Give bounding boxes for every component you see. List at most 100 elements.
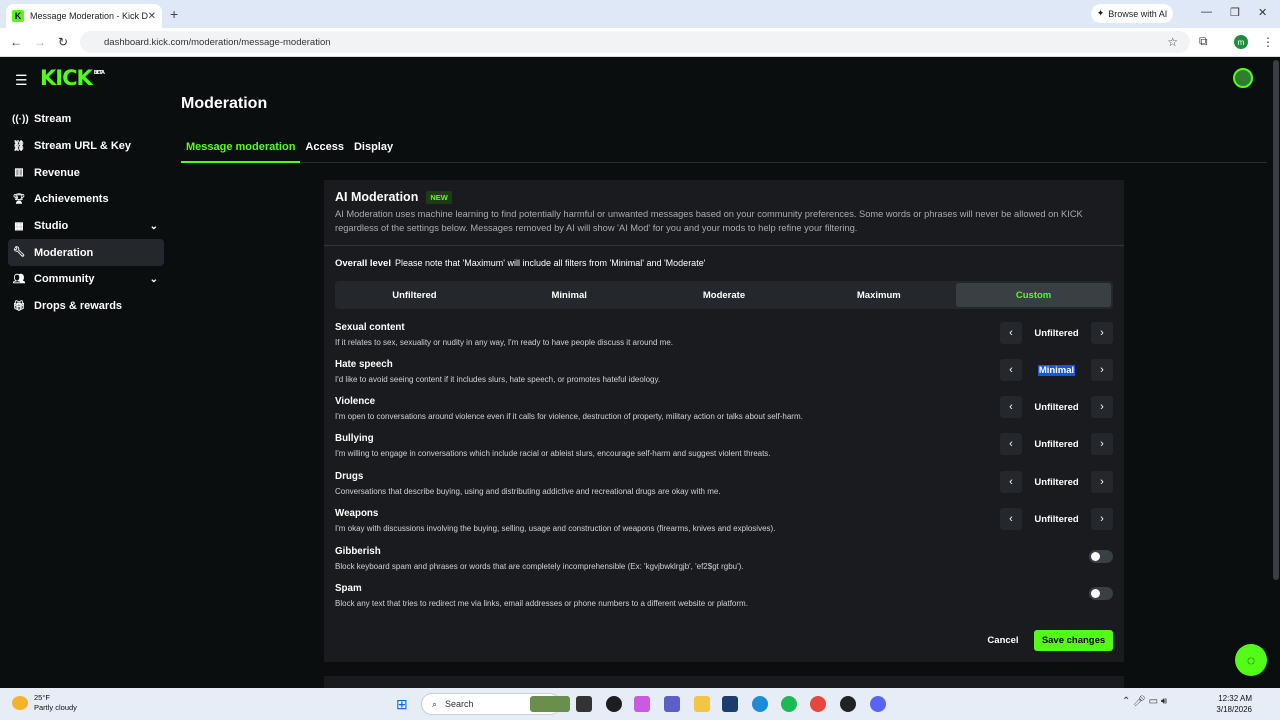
spotify-icon[interactable]	[781, 696, 797, 712]
stepper-value-text: Unfiltered	[1034, 438, 1079, 450]
overall-level-label: Overall level	[335, 258, 391, 269]
weather-widget[interactable]: 25°F Partly cloudy	[12, 693, 77, 713]
minimize-icon[interactable]: —	[1201, 6, 1212, 18]
restore-icon[interactable]: ❐	[1230, 6, 1240, 19]
card-description: AI Moderation uses machine learning to f…	[335, 209, 1083, 233]
cancel-button[interactable]: Cancel	[981, 630, 1025, 651]
stepper-value: Unfiltered	[1022, 477, 1091, 488]
kick-logo-text: KICK	[40, 66, 93, 90]
close-window-icon[interactable]: ✕	[1258, 6, 1267, 19]
hamburger-menu-icon[interactable]: ☰	[15, 72, 28, 89]
chevron-right-icon[interactable]: ›	[1091, 322, 1113, 344]
chevron-left-icon[interactable]: ‹	[1000, 471, 1022, 493]
chevron-left-icon[interactable]: ‹	[1000, 359, 1022, 381]
chevron-right-icon[interactable]: ›	[1091, 433, 1113, 455]
help-chat-icon[interactable]: ◌	[1235, 644, 1267, 676]
kick-favicon-icon: K	[12, 10, 24, 22]
chevron-down-icon[interactable]: ⌄	[150, 221, 158, 232]
tab-search-icon[interactable]: ⧉	[1199, 34, 1208, 49]
level-maximum-button[interactable]: Maximum	[801, 283, 956, 307]
copilot-icon[interactable]	[606, 696, 622, 712]
sidebar-item-studio[interactable]: ▦ Studio ⌄	[8, 213, 164, 240]
tab-display[interactable]: Display	[349, 137, 398, 163]
file-explorer-icon[interactable]	[694, 696, 710, 712]
category-row-bullying: Bullying I'm willing to engage in conver…	[335, 433, 1113, 465]
address-bar[interactable]: dashboard.kick.com/moderation/message-mo…	[80, 31, 1190, 53]
spam-toggle[interactable]	[1089, 587, 1113, 600]
stepper-value-text: Unfiltered	[1034, 401, 1079, 413]
level-stepper: ‹ Minimal ›	[1000, 359, 1113, 381]
category-title: Hate speech	[335, 359, 393, 370]
new-badge: NEW	[426, 190, 452, 204]
chrome-icon[interactable]	[810, 696, 826, 712]
back-icon[interactable]: ←	[10, 35, 22, 49]
wrench-icon: 🔧︎	[12, 247, 26, 259]
widgets-icon[interactable]	[530, 696, 570, 712]
system-tray-icons[interactable]: ⌃ 🎤︎ ▭ 🔊︎	[1122, 696, 1167, 707]
close-tab-icon[interactable]: ✕	[148, 11, 156, 22]
weather-temp: 25°F	[34, 693, 50, 702]
category-desc: I'm open to conversations around violenc…	[335, 412, 803, 421]
chevron-down-icon[interactable]: ⌄	[150, 274, 158, 285]
sidebar-item-drops-rewards[interactable]: 🎁︎ Drops & rewards	[8, 293, 164, 320]
clock[interactable]: 12:32 AM 3/18/2026	[1212, 693, 1252, 715]
sidebar-item-stream[interactable]: ((·)) Stream	[8, 106, 164, 133]
category-row-violence: Violence I'm open to conversations aroun…	[335, 396, 1113, 428]
save-changes-button[interactable]: Save changes	[1034, 630, 1113, 651]
trophy-icon: 🏆︎	[12, 193, 26, 205]
store-icon[interactable]	[722, 696, 738, 712]
edge-icon[interactable]	[752, 696, 768, 712]
app-icon[interactable]	[840, 696, 856, 712]
new-tab-icon[interactable]: +	[170, 6, 178, 22]
sidebar-item-achievements[interactable]: 🏆︎ Achievements	[8, 186, 164, 213]
user-avatar[interactable]	[1233, 68, 1253, 88]
sidebar-item-moderation[interactable]: 🔧︎ Moderation	[8, 239, 164, 267]
level-custom-button[interactable]: Custom	[956, 283, 1111, 307]
copilot-app-icon[interactable]	[634, 696, 650, 712]
browser-tabstrip: K Message Moderation - Kick Da ✕ + ✦ Brow…	[0, 0, 1280, 28]
bookmark-star-icon[interactable]: ☆	[1167, 35, 1178, 49]
task-view-icon[interactable]	[576, 696, 592, 712]
chevron-right-icon[interactable]: ›	[1091, 396, 1113, 418]
kick-logo[interactable]: KICK BETA	[40, 66, 105, 90]
level-stepper: ‹ Unfiltered ›	[1000, 396, 1113, 418]
level-stepper: ‹ Unfiltered ›	[1000, 322, 1113, 344]
chevron-right-icon[interactable]: ›	[1091, 508, 1113, 530]
browser-profile-avatar[interactable]: m	[1234, 35, 1248, 49]
tab-message-moderation[interactable]: Message moderation	[181, 137, 301, 163]
overall-level-note: Please note that 'Maximum' will include …	[394, 258, 706, 268]
chevron-right-icon[interactable]: ›	[1091, 471, 1113, 493]
gibberish-toggle[interactable]	[1089, 550, 1113, 563]
chevron-right-icon[interactable]: ›	[1091, 359, 1113, 381]
scrollbar[interactable]	[1273, 60, 1279, 580]
chart-icon: ▥	[14, 167, 24, 179]
forward-icon[interactable]: →	[34, 35, 46, 49]
tab-title: Message Moderation - Kick Da	[30, 11, 148, 21]
divider	[324, 245, 1124, 246]
sidebar-item-label: Revenue	[34, 166, 80, 179]
browse-with-ai-button[interactable]: ✦ Browse with AI	[1091, 4, 1173, 23]
category-title: Sexual content	[335, 322, 405, 333]
teams-icon[interactable]	[664, 696, 680, 712]
windows-start-icon[interactable]: ⊞	[396, 696, 412, 712]
reload-icon[interactable]: ↻	[58, 35, 68, 49]
sidebar-item-revenue[interactable]: ▥ Revenue	[8, 159, 164, 186]
level-minimal-button[interactable]: Minimal	[492, 283, 647, 307]
sidebar-item-community[interactable]: 👥︎ Community ⌄	[8, 266, 164, 293]
chevron-left-icon[interactable]: ‹	[1000, 508, 1022, 530]
chevron-left-icon[interactable]: ‹	[1000, 433, 1022, 455]
page-title: Moderation	[181, 95, 268, 112]
chevron-left-icon[interactable]: ‹	[1000, 322, 1022, 344]
chevron-left-icon[interactable]: ‹	[1000, 396, 1022, 418]
category-row-hate-speech: Hate speech I'd like to avoid seeing con…	[335, 359, 1113, 391]
sidebar-item-label: Stream	[34, 113, 72, 126]
link-icon: ⛓	[12, 140, 26, 152]
tab-access[interactable]: Access	[300, 137, 349, 163]
sidebar-item-stream-url-key[interactable]: ⛓ Stream URL & Key	[8, 133, 164, 160]
level-unfiltered-button[interactable]: Unfiltered	[337, 283, 492, 307]
browser-tab[interactable]: K Message Moderation - Kick Da ✕	[6, 4, 162, 28]
browser-menu-icon[interactable]: ⋮	[1262, 35, 1274, 49]
level-moderate-button[interactable]: Moderate	[647, 283, 802, 307]
taskbar-search-label: Search	[445, 699, 474, 709]
discord-icon[interactable]	[870, 696, 886, 712]
